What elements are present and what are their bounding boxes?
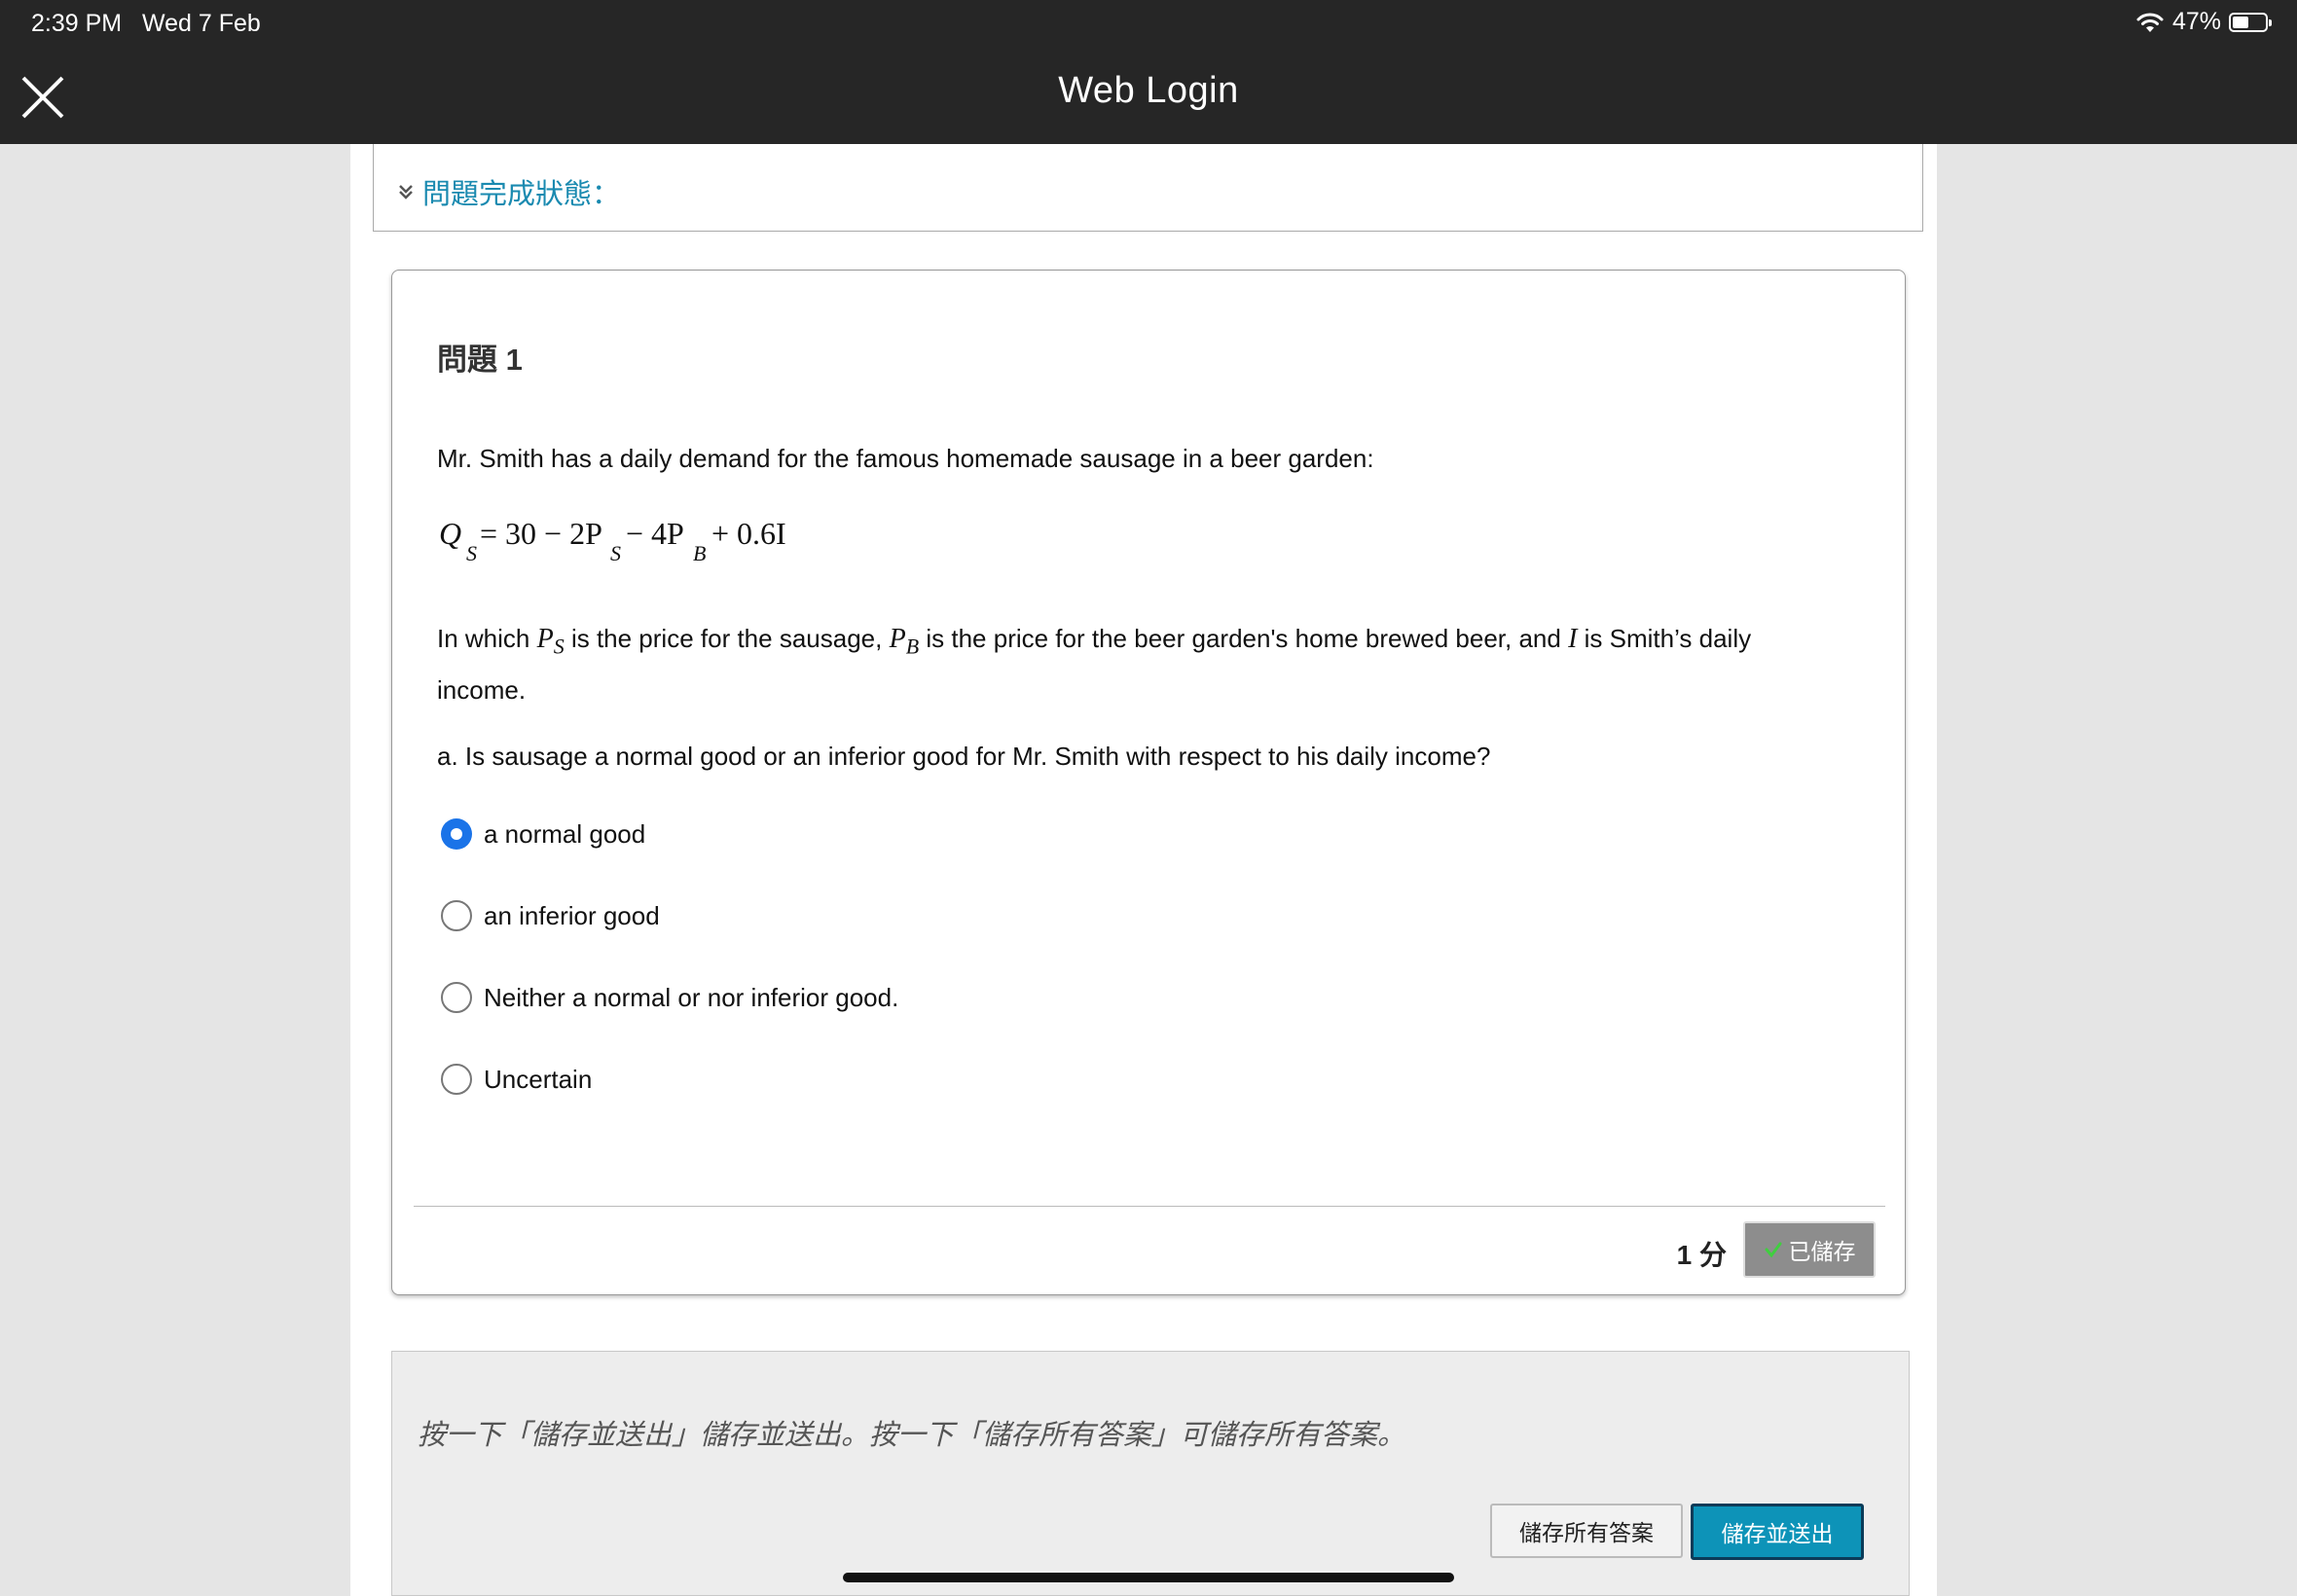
double-chevron-down-icon[interactable] — [397, 183, 415, 200]
option-label: a normal good — [484, 818, 646, 849]
var-pb-letter: P — [889, 624, 906, 654]
completion-status-link[interactable]: 問題完成狀態： — [422, 171, 620, 212]
submit-instructions: 按一下「儲存並送出」儲存並送出。按一下「儲存所有答案」可儲存所有答案。 — [418, 1420, 1406, 1451]
formula-q: Q — [439, 516, 462, 551]
radio-button[interactable] — [441, 982, 472, 1013]
formula-eq: = 30 − 2P — [480, 516, 602, 551]
question-card: 問題 1 Mr. Smith has a daily demand for th… — [391, 270, 1906, 1295]
save-all-answers-button[interactable]: 儲存所有答案 — [1490, 1504, 1683, 1558]
divider — [414, 1206, 1885, 1207]
battery-icon — [2229, 12, 2272, 32]
var-pb-sub: B — [905, 634, 920, 659]
option-label: Uncertain — [484, 1064, 593, 1094]
home-indicator[interactable] — [843, 1573, 1454, 1582]
formula-p-sub: S — [610, 541, 621, 565]
saved-status-badge: 已儲存 — [1743, 1221, 1876, 1278]
question-text-part: In which — [437, 624, 537, 653]
checkmark-icon — [1765, 1242, 1781, 1258]
formula-q-sub: S — [466, 541, 477, 565]
option-label: an inferior good — [484, 900, 660, 930]
save-and-submit-button[interactable]: 儲存並送出 — [1691, 1504, 1864, 1560]
formula-minus: − 4P — [626, 516, 684, 551]
formula-b-sub: B — [693, 541, 707, 565]
option-neither[interactable]: Neither a normal or nor inferior good. — [441, 982, 898, 1013]
radio-button[interactable] — [441, 1064, 472, 1095]
option-normal-good[interactable]: a normal good — [441, 818, 645, 850]
demand-formula: Q S = 30 − 2P S − 4P B + 0.6I — [437, 516, 826, 584]
status-bar: 2:39 PM Wed 7 Feb 47% — [0, 0, 2297, 47]
question-prompt: a. Is sausage a normal good or an inferi… — [437, 742, 1491, 771]
var-ps-sub: S — [553, 634, 565, 659]
battery-percent: 47% — [2171, 8, 2221, 35]
status-time: 2:39 PM — [31, 10, 123, 37]
var-ps: PS — [536, 624, 565, 659]
radio-button[interactable] — [441, 818, 472, 850]
option-uncertain[interactable]: Uncertain — [441, 1064, 592, 1095]
question-intro: Mr. Smith has a daily demand for the fam… — [437, 444, 1374, 473]
option-label: Neither a normal or nor inferior good. — [484, 982, 899, 1012]
option-inferior-good[interactable]: an inferior good — [441, 900, 660, 931]
question-text-part: is the price for the sausage, — [564, 624, 890, 653]
var-i: I — [1568, 624, 1578, 654]
saved-label: 已儲存 — [1788, 1239, 1856, 1264]
completion-status-panel: 問題完成狀態： — [373, 144, 1923, 232]
var-ps-letter: P — [536, 624, 554, 654]
status-date: Wed 7 Feb — [142, 10, 261, 37]
wifi-icon — [2136, 13, 2164, 32]
status-indicators: 47% — [2135, 8, 2272, 36]
question-points: 1 分 — [1676, 1240, 1727, 1270]
radio-button[interactable] — [441, 900, 472, 931]
page-title: Web Login — [1058, 70, 1239, 111]
question-title: 問題 1 — [437, 343, 523, 377]
web-login-header: Web Login — [0, 47, 2297, 144]
submit-panel: 按一下「儲存並送出」儲存並送出。按一下「儲存所有答案」可儲存所有答案。 儲存所有… — [391, 1351, 1910, 1596]
question-text-part: is the price for the beer garden's home … — [919, 624, 1569, 653]
formula-rest: + 0.6I — [711, 516, 786, 551]
question-text: In which PS is the price for the sausage… — [437, 617, 1839, 712]
var-pb: PB — [889, 624, 920, 659]
